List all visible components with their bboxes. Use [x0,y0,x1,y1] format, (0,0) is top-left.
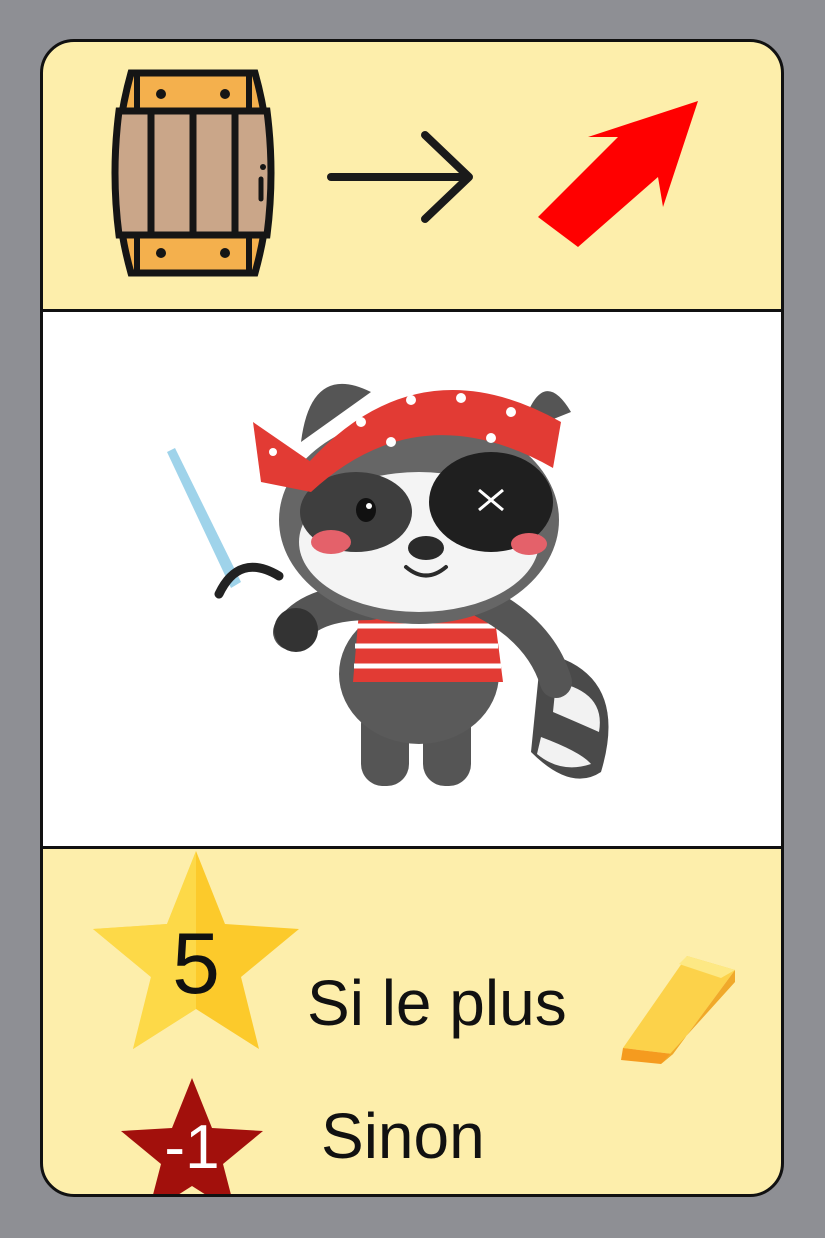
game-card: 5 Si le plus -1 Sinon [40,39,784,1197]
red-up-right-arrow-icon [538,101,698,247]
win-condition-label: Si le plus [307,967,567,1039]
scoring-panel: 5 Si le plus -1 Sinon [43,849,781,1194]
right-arrow-icon [327,131,473,223]
barrel-icon [111,69,275,277]
win-points-badge: 5 [91,849,301,1051]
win-points-value: 5 [172,916,220,1012]
gold-bar-icon [621,956,735,1064]
pirate-raccoon-illustration [167,383,609,786]
illustration-panel [43,312,781,849]
card-header [43,42,781,312]
lose-points-badge: -1 [119,1076,265,1194]
lose-condition-label: Sinon [321,1100,485,1172]
lose-points-value: -1 [164,1113,220,1182]
